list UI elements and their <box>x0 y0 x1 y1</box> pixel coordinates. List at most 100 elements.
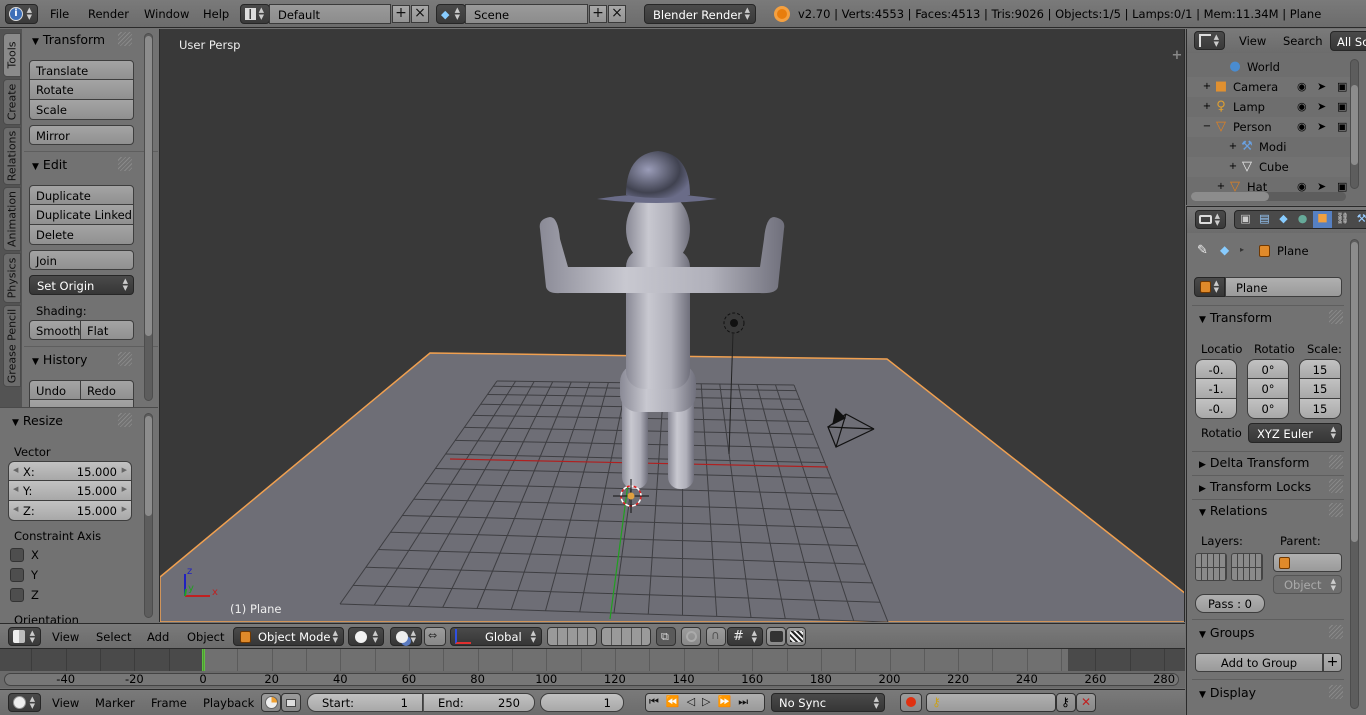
timeline-scrollbar[interactable] <box>4 673 1179 686</box>
object-layers-grid-1[interactable] <box>1195 553 1227 581</box>
decrement-arrow-icon[interactable]: ◀ <box>13 505 18 513</box>
scale-button[interactable]: Scale <box>29 100 134 120</box>
smooth-shading-button[interactable]: Smooth <box>29 320 81 340</box>
timeline-area[interactable] <box>0 648 1200 672</box>
location-x-field[interactable]: -0. <box>1195 359 1237 379</box>
join-button[interactable]: Join <box>29 250 134 270</box>
tab-create[interactable]: Create <box>3 79 21 125</box>
add-screen-button[interactable]: + <box>392 5 410 23</box>
transform-panel-header[interactable]: ▼ Transform <box>32 32 105 47</box>
undo-button[interactable]: Undo <box>29 380 81 400</box>
viewport-shading-dropdown[interactable]: ▲ ▼ <box>348 627 384 646</box>
constraint-z-checkbox[interactable] <box>10 588 24 602</box>
timeline-ruler[interactable] <box>0 671 1185 688</box>
start-frame-field[interactable]: Start: 1 <box>307 693 423 712</box>
history-panel-header[interactable]: ▼ History <box>32 352 87 367</box>
panel-drag-grip[interactable] <box>118 32 132 46</box>
undo-history-button[interactable] <box>29 400 134 407</box>
transform-locks-panel-header[interactable]: ▶ Transform Locks <box>1199 479 1311 494</box>
render-engine-dropdown[interactable]: Blender Render ▲ ▼ <box>644 4 756 24</box>
groups-panel-header[interactable]: ▼ Groups <box>1199 625 1255 640</box>
editor-type-selector[interactable]: ▲ ▼ <box>1194 31 1225 50</box>
screen-layout-field[interactable]: Default <box>269 4 391 24</box>
outliner-item-lamp[interactable]: + ♀ Lamp ◉ ➤ ▣ <box>1187 97 1352 117</box>
selectability-cursor-icon[interactable]: ➤ <box>1317 100 1326 113</box>
scrollbar-thumb[interactable] <box>145 416 152 516</box>
pass-index-field[interactable]: Pass : 0 <box>1195 594 1265 613</box>
object-layers-grid-2[interactable] <box>1231 553 1263 581</box>
sync-mode-dropdown[interactable]: No Sync ▲ ▼ <box>771 693 885 712</box>
location-y-field[interactable]: -1. <box>1195 379 1237 399</box>
keying-set-field[interactable]: ⚷ <box>926 693 1056 712</box>
scrollbar-thumb[interactable] <box>1351 85 1358 165</box>
opengl-render-image-button[interactable] <box>766 627 786 646</box>
set-origin-dropdown[interactable]: Set Origin ▲ ▼ <box>29 275 134 295</box>
renderability-camera-icon[interactable]: ▣ <box>1337 80 1347 93</box>
redo-button[interactable]: Redo <box>81 380 134 400</box>
editor-type-selector[interactable]: i ▲ ▼ <box>5 4 38 24</box>
menu-file[interactable]: File <box>50 7 69 21</box>
object-name-field[interactable]: Plane <box>1225 277 1342 297</box>
insert-keyframe-button[interactable]: ⚷ <box>1056 693 1076 712</box>
delete-screen-button[interactable]: × <box>411 5 429 23</box>
tab-tools[interactable]: Tools <box>3 33 21 77</box>
constraint-y-checkbox[interactable] <box>10 568 24 582</box>
scene-layers-2[interactable] <box>601 627 651 646</box>
menu-view[interactable]: View <box>52 630 79 644</box>
3d-viewport[interactable]: User Persp + z y x (1) Plane <box>159 29 1185 622</box>
edit-panel-header[interactable]: ▼ Edit <box>32 157 67 172</box>
toolshelf-scrollbar[interactable] <box>144 33 153 401</box>
tab-animation[interactable]: Animation <box>3 187 21 251</box>
visibility-eye-icon[interactable]: ◉ <box>1297 100 1307 113</box>
editor-type-selector[interactable]: ▲ ▼ <box>8 693 41 712</box>
object-tab-cube-icon[interactable]: ■ <box>1313 211 1332 228</box>
menu-object[interactable]: Object <box>187 630 224 644</box>
delete-button[interactable]: Delete <box>29 225 134 245</box>
visibility-eye-icon[interactable]: ◉ <box>1297 80 1307 93</box>
parent-type-dropdown[interactable]: Object ▲ ▼ <box>1273 575 1342 594</box>
end-frame-field[interactable]: End: 250 <box>423 693 535 712</box>
flat-shading-button[interactable]: Flat <box>81 320 134 340</box>
editor-type-selector[interactable]: ▲ ▼ <box>1195 210 1226 229</box>
menu-search[interactable]: Search <box>1283 34 1323 48</box>
menu-render[interactable]: Render <box>88 7 129 21</box>
menu-select[interactable]: Select <box>96 630 131 644</box>
properties-scrollbar[interactable] <box>1350 239 1359 709</box>
panel-drag-grip[interactable] <box>118 157 132 171</box>
panel-drag-grip[interactable] <box>1329 479 1343 493</box>
scale-x-field[interactable]: 15 <box>1299 359 1341 379</box>
outliner-item-world[interactable]: ● World <box>1187 57 1352 77</box>
snap-element-dropdown[interactable]: # ▲ ▼ <box>727 627 763 646</box>
render-layers-tab-icon[interactable]: ▤ <box>1256 212 1273 228</box>
menu-window[interactable]: Window <box>144 7 189 21</box>
vector-y-field[interactable]: ◀ Y: 15.000 ▶ <box>8 481 132 501</box>
menu-help[interactable]: Help <box>203 7 229 21</box>
decrement-arrow-icon[interactable]: ◀ <box>13 485 18 493</box>
delta-transform-panel-header[interactable]: ▶ Delta Transform <box>1199 455 1309 470</box>
auto-keyframe-record-button[interactable] <box>900 693 922 712</box>
scrollbar-thumb[interactable] <box>1351 242 1358 542</box>
panel-drag-grip[interactable] <box>1329 455 1343 469</box>
display-mode-dropdown[interactable]: All Sc <box>1330 31 1366 51</box>
panel-drag-grip[interactable] <box>1329 310 1343 324</box>
display-panel-header[interactable]: ▼ Display <box>1199 685 1256 700</box>
resize-panel-header[interactable]: ▼ Resize <box>12 413 63 428</box>
menu-view[interactable]: View <box>52 696 79 710</box>
scene-selector[interactable]: ◆ ▲ ▼ <box>436 4 466 24</box>
transform-panel-header[interactable]: ▼ Transform <box>1199 310 1272 325</box>
world-tab-icon[interactable]: ● <box>1294 212 1311 228</box>
location-z-field[interactable]: -0. <box>1195 399 1237 419</box>
outliner-item-person[interactable]: − ▽ Person ◉ ➤ ▣ <box>1187 117 1352 137</box>
rotate-button[interactable]: Rotate <box>29 80 134 100</box>
panel-drag-grip[interactable] <box>118 413 132 427</box>
renderability-camera-icon[interactable]: ▣ <box>1337 100 1347 113</box>
scene-field[interactable]: Scene <box>465 4 588 24</box>
tab-physics[interactable]: Physics <box>3 253 21 303</box>
rotation-x-field[interactable]: 0° <box>1247 359 1289 379</box>
scrollbar-thumb[interactable] <box>145 36 152 336</box>
scrollbar-thumb[interactable] <box>1191 192 1269 201</box>
relations-panel-header[interactable]: ▼ Relations <box>1199 503 1267 518</box>
scene-tab-icon[interactable]: ◆ <box>1275 212 1292 228</box>
vector-z-field[interactable]: ◀ Z: 15.000 ▶ <box>8 501 132 521</box>
transform-orientation-dropdown[interactable]: Global ▲ ▼ <box>450 627 542 646</box>
